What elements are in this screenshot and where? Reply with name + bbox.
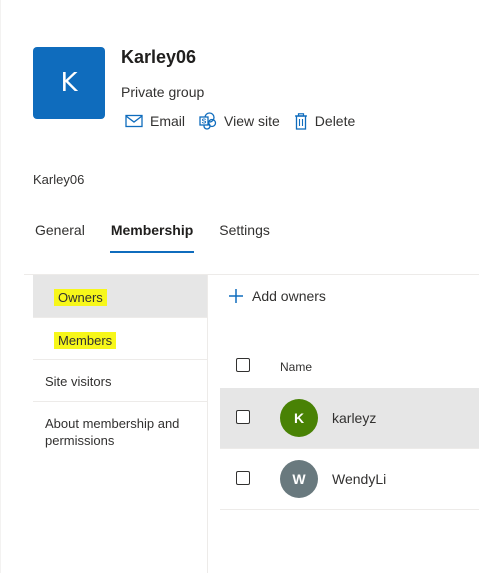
- tab-list: General Membership Settings: [35, 222, 296, 254]
- sidenav-item-label: Site visitors: [45, 374, 112, 389]
- pane-divider: [207, 275, 208, 573]
- tab-general[interactable]: General: [35, 222, 85, 254]
- sidenav-item-label: Owners: [54, 289, 107, 306]
- member-name: karleyz: [332, 410, 377, 426]
- delete-button-label: Delete: [314, 113, 356, 129]
- avatar-initial: K: [293, 410, 305, 426]
- group-avatar-letter: K: [60, 68, 78, 98]
- sidenav-item-owners[interactable]: Owners: [33, 275, 207, 318]
- group-privacy: Private group: [121, 84, 205, 100]
- delete-button[interactable]: Delete: [294, 112, 356, 130]
- email-button[interactable]: Email: [125, 113, 185, 129]
- select-all-checkbox[interactable]: [236, 358, 250, 372]
- view-site-button-label: View site: [224, 113, 280, 129]
- table-row[interactable]: W WendyLi: [220, 449, 479, 510]
- tab-settings[interactable]: Settings: [219, 222, 270, 254]
- sidenav-item-site-visitors[interactable]: Site visitors: [33, 360, 207, 402]
- sidenav-item-label: Members: [54, 332, 117, 349]
- page-edge: [0, 0, 1, 573]
- add-owners-label: Add owners: [252, 288, 326, 304]
- membership-sidenav: Owners Members Site visitors About membe…: [33, 275, 207, 462]
- mail-icon: [125, 114, 143, 128]
- group-name: Karley06: [121, 47, 197, 67]
- owners-list-header: Name: [220, 352, 479, 380]
- sharepoint-icon: S: [199, 112, 217, 130]
- breadcrumb: Karley06: [33, 172, 85, 187]
- avatar: K: [280, 399, 318, 437]
- avatar-initial: W: [292, 471, 306, 487]
- sidenav-item-label: About membership and permissions: [45, 416, 180, 448]
- sidenav-item-about-membership[interactable]: About membership and permissions: [33, 402, 207, 462]
- svg-text:S: S: [202, 119, 207, 126]
- email-button-label: Email: [150, 113, 186, 129]
- sidenav-item-members[interactable]: Members: [33, 318, 207, 360]
- group-actions: Email S View site Delete: [125, 111, 369, 131]
- row-checkbox[interactable]: [236, 410, 250, 424]
- avatar: W: [280, 460, 318, 498]
- member-name: WendyLi: [332, 471, 387, 487]
- plus-icon: [229, 289, 243, 303]
- view-site-button[interactable]: S View site: [199, 112, 280, 130]
- add-owners-button[interactable]: Add owners: [228, 288, 326, 304]
- tab-membership[interactable]: Membership: [109, 222, 195, 254]
- trash-icon: [294, 112, 307, 130]
- table-row[interactable]: K karleyz: [220, 388, 479, 449]
- group-avatar: K: [33, 47, 105, 119]
- column-header-name[interactable]: Name: [280, 360, 312, 374]
- row-checkbox[interactable]: [236, 471, 250, 485]
